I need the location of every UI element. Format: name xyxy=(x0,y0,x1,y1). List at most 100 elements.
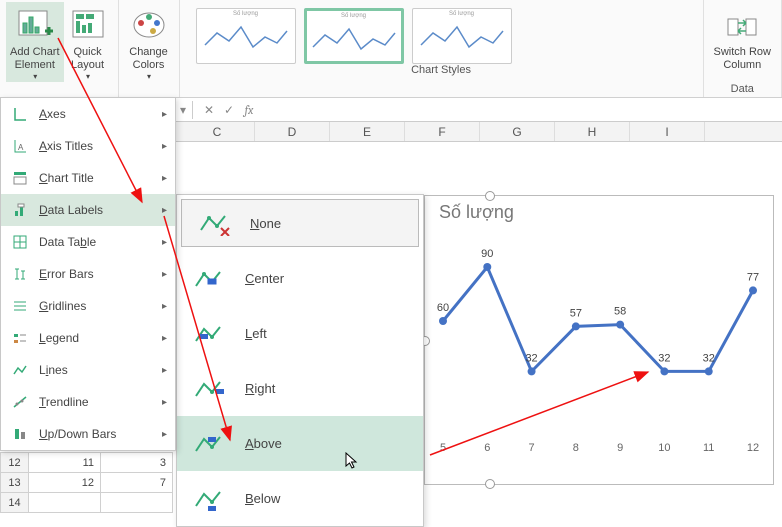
quick-layout-icon xyxy=(68,6,108,44)
svg-text:90: 90 xyxy=(481,248,493,260)
svg-text:57: 57 xyxy=(570,307,582,319)
svg-text:5: 5 xyxy=(440,442,446,454)
chart-style-1[interactable]: Số lượng xyxy=(196,8,296,64)
svg-text:60: 60 xyxy=(437,302,449,314)
svg-text:32: 32 xyxy=(525,352,537,364)
chart-styles-group-label: Chart Styles xyxy=(186,64,697,78)
row-header[interactable]: 12 xyxy=(1,453,29,473)
chart-styles-gallery: Số lượng Số lượng Số lượng xyxy=(186,2,697,64)
svg-text:A: A xyxy=(18,143,24,152)
none-icon xyxy=(196,210,234,236)
chevron-down-icon: ▾ xyxy=(33,72,37,82)
col-header[interactable]: D xyxy=(255,122,330,141)
col-header[interactable]: H xyxy=(555,122,630,141)
svg-text:11: 11 xyxy=(703,442,714,454)
submenu-arrow-icon: ▸ xyxy=(162,429,167,440)
svg-text:7: 7 xyxy=(529,442,535,454)
name-box-dropdown[interactable]: ▾ xyxy=(180,103,186,117)
menu-updown-bars[interactable]: Up/Down Bars▸ xyxy=(1,418,175,450)
labels-above[interactable]: Above xyxy=(177,416,423,471)
submenu-arrow-icon: ▸ xyxy=(162,397,167,408)
error-bars-icon xyxy=(9,266,31,282)
labels-below[interactable]: Below xyxy=(177,471,423,526)
svg-text:8: 8 xyxy=(573,442,579,454)
data-labels-submenu: None Center Left Right Above Below xyxy=(176,194,424,527)
submenu-arrow-icon: ▸ xyxy=(162,141,167,152)
worksheet-rows: 12113 13127 14 xyxy=(0,452,173,513)
trendline-icon xyxy=(9,394,31,410)
cell[interactable]: 12 xyxy=(29,473,101,493)
col-header[interactable]: F xyxy=(405,122,480,141)
resize-handle[interactable] xyxy=(485,191,495,201)
svg-text:10: 10 xyxy=(658,442,670,454)
svg-text:6: 6 xyxy=(484,442,490,454)
labels-none[interactable]: None xyxy=(181,199,419,247)
cell[interactable]: 7 xyxy=(101,473,173,493)
submenu-arrow-icon: ▸ xyxy=(162,301,167,312)
gridlines-icon xyxy=(9,298,31,314)
submenu-arrow-icon: ▸ xyxy=(162,173,167,184)
below-icon xyxy=(191,486,229,512)
chart-title-text[interactable]: Số lượng xyxy=(425,196,773,229)
submenu-arrow-icon: ▸ xyxy=(162,109,167,120)
add-chart-element-button[interactable]: Add Chart Element ▾ xyxy=(6,2,64,82)
svg-text:58: 58 xyxy=(614,306,626,318)
menu-axis-titles[interactable]: AAxis Titles▸ xyxy=(1,130,175,162)
data-group-label: Data xyxy=(731,83,754,97)
left-icon xyxy=(191,321,229,347)
resize-handle[interactable] xyxy=(485,479,495,489)
labels-right[interactable]: Right xyxy=(177,361,423,416)
submenu-arrow-icon: ▸ xyxy=(162,205,167,216)
chart-plot-area[interactable]: 60 90 32 57 58 32 32 77 5 6 7 8 9 10 11 12 xyxy=(433,229,763,459)
axes-icon xyxy=(9,106,31,122)
submenu-arrow-icon: ▸ xyxy=(162,237,167,248)
chart-title-icon xyxy=(9,170,31,186)
menu-lines[interactable]: Lines▸ xyxy=(1,354,175,386)
ribbon: Add Chart Element ▾ Quick Layout ▾ Chang… xyxy=(0,0,782,98)
svg-text:12: 12 xyxy=(747,442,759,454)
svg-text:9: 9 xyxy=(617,442,623,454)
fx-icon[interactable]: fx xyxy=(239,103,259,117)
enter-icon[interactable]: ✓ xyxy=(219,103,239,117)
updown-bars-icon xyxy=(9,426,31,442)
menu-data-labels[interactable]: Data Labels▸ xyxy=(1,194,175,226)
cell[interactable]: 11 xyxy=(29,453,101,473)
menu-data-table[interactable]: Data Table▸ xyxy=(1,226,175,258)
menu-error-bars[interactable]: Error Bars▸ xyxy=(1,258,175,290)
quick-layout-button[interactable]: Quick Layout ▾ xyxy=(64,2,112,82)
col-header[interactable]: C xyxy=(180,122,255,141)
cell[interactable] xyxy=(29,493,101,513)
menu-chart-title[interactable]: Chart Title▸ xyxy=(1,162,175,194)
change-colors-button[interactable]: Change Colors ▾ xyxy=(125,2,173,82)
chart-style-2[interactable]: Số lượng xyxy=(304,8,404,64)
svg-text:32: 32 xyxy=(703,352,715,364)
svg-text:32: 32 xyxy=(658,352,670,364)
svg-text:77: 77 xyxy=(747,271,759,283)
submenu-arrow-icon: ▸ xyxy=(162,333,167,344)
add-chart-element-icon xyxy=(15,6,55,44)
col-header[interactable]: E xyxy=(330,122,405,141)
switch-row-column-button[interactable]: Switch Row Column xyxy=(710,2,775,72)
submenu-arrow-icon: ▸ xyxy=(162,269,167,280)
embedded-chart[interactable]: Số lượng 60 90 32 57 58 32 32 77 5 6 7 8 9 10 11 12 xyxy=(424,195,774,485)
row-header[interactable]: 14 xyxy=(1,493,29,513)
col-header[interactable]: G xyxy=(480,122,555,141)
above-icon xyxy=(191,431,229,457)
cell[interactable] xyxy=(101,493,173,513)
add-chart-element-menu: Axes▸ AAxis Titles▸ Chart Title▸ Data La… xyxy=(0,97,176,451)
cancel-icon[interactable]: ✕ xyxy=(199,103,219,117)
menu-gridlines[interactable]: Gridlines▸ xyxy=(1,290,175,322)
col-header[interactable]: I xyxy=(630,122,705,141)
menu-trendline[interactable]: Trendline▸ xyxy=(1,386,175,418)
menu-legend[interactable]: Legend▸ xyxy=(1,322,175,354)
row-header[interactable]: 13 xyxy=(1,473,29,493)
chart-style-3[interactable]: Số lượng xyxy=(412,8,512,64)
cell[interactable]: 3 xyxy=(101,453,173,473)
labels-left[interactable]: Left xyxy=(177,306,423,361)
legend-icon xyxy=(9,330,31,346)
labels-center[interactable]: Center xyxy=(177,251,423,306)
data-table-icon xyxy=(9,234,31,250)
menu-axes[interactable]: Axes▸ xyxy=(1,98,175,130)
chevron-down-icon: ▾ xyxy=(86,72,90,82)
lines-icon xyxy=(9,362,31,378)
